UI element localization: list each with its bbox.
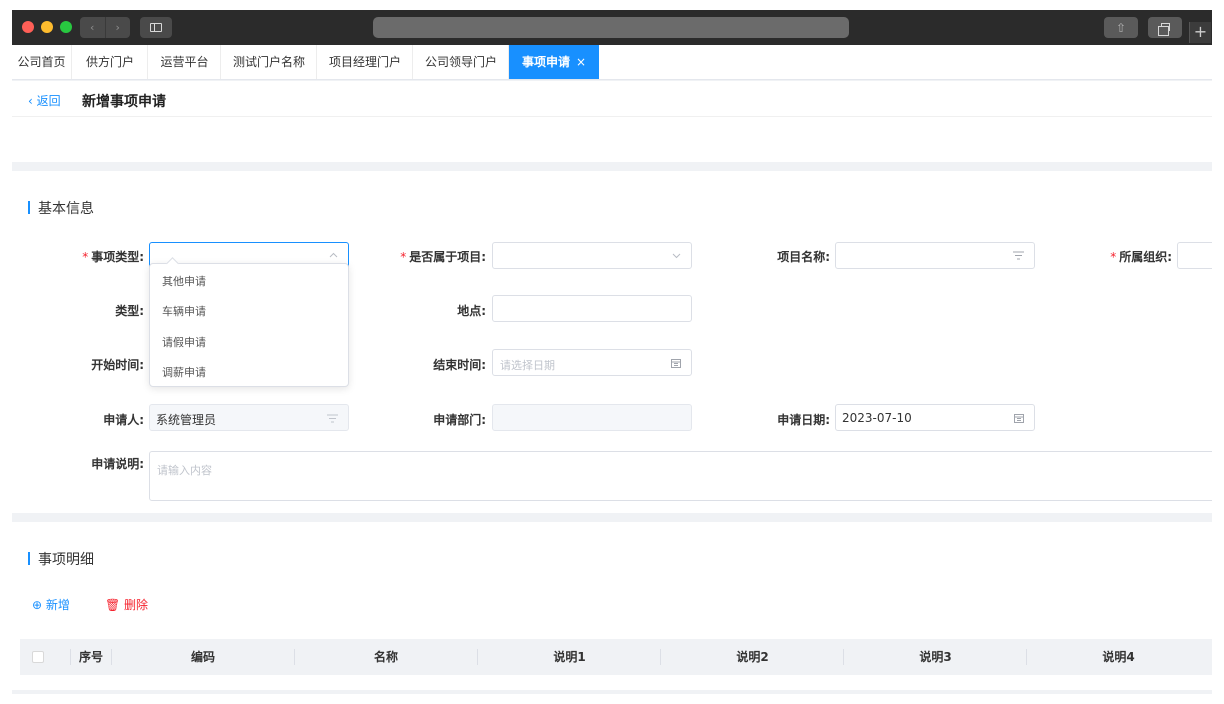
type-label: 类型:: [115, 304, 144, 318]
filter-icon: [1013, 251, 1024, 260]
end-time-picker[interactable]: 请选择日期: [492, 349, 692, 376]
is-project-label-text: 是否属于项目:: [409, 250, 486, 264]
location-label: 地点:: [457, 304, 486, 318]
tab-test-portal[interactable]: 测试门户名称: [222, 45, 317, 79]
apply-date-label: 申请日期:: [777, 413, 830, 427]
minimize-window-button[interactable]: [41, 21, 53, 33]
tab-supplier-portal[interactable]: 供方门户: [73, 45, 148, 79]
department-field: [492, 404, 692, 431]
delete-row-button[interactable]: 🗑 删除: [105, 596, 148, 613]
column-header: 名称: [373, 650, 398, 664]
portal-tab-bar: 公司首页 供方门户 运营平台 测试门户名称 项目经理门户 公司领导门户 事项申请…: [12, 45, 1212, 80]
column-divider: [70, 649, 71, 665]
tab-item-request[interactable]: 事项申请 ×: [509, 45, 599, 79]
page-header-card: ‹ 返回 新增事项申请: [12, 81, 1212, 162]
show-tabs-button[interactable]: [1148, 17, 1182, 38]
details-title: 事项明细: [28, 549, 94, 569]
start-time-label: 开始时间:: [91, 358, 144, 372]
department-label: 申请部门:: [433, 413, 486, 427]
required-mark: *: [1110, 250, 1117, 264]
column-header: 说明1: [553, 650, 586, 664]
zoom-window-button[interactable]: [60, 21, 72, 33]
forward-nav-button[interactable]: ›: [104, 17, 131, 38]
tab-operations[interactable]: 运营平台: [149, 45, 221, 79]
org-label-text: 所属组织:: [1119, 250, 1172, 264]
required-mark: *: [400, 250, 407, 264]
tab-pm-portal[interactable]: 项目经理门户: [318, 45, 413, 79]
project-name-field[interactable]: [835, 242, 1035, 269]
column-header: 说明3: [919, 650, 952, 664]
close-window-button[interactable]: [22, 21, 34, 33]
description-placeholder: 请输入内容: [157, 464, 212, 477]
dropdown-option[interactable]: 其他申请: [162, 273, 206, 289]
address-bar[interactable]: [373, 17, 849, 38]
tabs-icon: [1158, 23, 1170, 36]
is-project-label: * 是否属于项目:: [382, 248, 486, 265]
section-bar: [28, 552, 30, 565]
item-details-card: 事项明细 ⊕ 新增 🗑 删除 序号 编码 名称 说明1 说明2 说明3 说明4: [12, 522, 1212, 690]
column-header: 序号: [78, 650, 103, 664]
calendar-icon: [1014, 414, 1024, 423]
chevron-up-icon: [329, 252, 338, 258]
filter-icon: [327, 414, 338, 423]
column-header: 说明4: [1102, 650, 1135, 664]
tab-leader-portal[interactable]: 公司领导门户: [414, 45, 509, 79]
back-link[interactable]: ‹ 返回: [28, 92, 61, 109]
applicant-label: 申请人:: [103, 413, 144, 427]
sidebar-toggle-button[interactable]: [140, 17, 172, 38]
item-type-dropdown: 其他申请 车辆申请 请假申请 调薪申请: [149, 263, 349, 387]
share-button[interactable]: ⇧: [1104, 17, 1138, 38]
select-all-checkbox[interactable]: [32, 651, 44, 663]
share-icon: ⇧: [1115, 20, 1127, 35]
title-bar: ‹ › ⇧ +: [12, 10, 1212, 45]
required-mark: *: [82, 250, 89, 264]
column-header: 编码: [190, 650, 215, 664]
browser-window: ‹ › ⇧ + 公司首页 供方门户 运营平台 测试门户名称 项目经理门户 公司领…: [12, 10, 1212, 694]
applicant-field[interactable]: 系统管理员: [149, 404, 349, 431]
apply-date-value: 2023-07-10: [842, 411, 912, 425]
section-bar: [28, 201, 30, 214]
basic-info-title: 基本信息: [28, 198, 94, 218]
tab-item-request-label: 事项申请: [521, 55, 570, 69]
end-time-placeholder: 请选择日期: [500, 359, 555, 372]
end-time-label: 结束时间:: [433, 358, 486, 372]
back-nav-button[interactable]: ‹: [80, 17, 105, 38]
description-label: 申请说明:: [91, 457, 144, 471]
new-tab-button[interactable]: +: [1189, 22, 1211, 43]
org-label: * 所属组织:: [1092, 248, 1172, 265]
column-header: 说明2: [736, 650, 769, 664]
sidebar-icon: [150, 23, 162, 32]
org-field[interactable]: [1177, 242, 1212, 269]
calendar-icon: [671, 359, 681, 368]
nav-buttons: ‹ ›: [80, 17, 130, 38]
tab-company-home[interactable]: 公司首页: [12, 45, 72, 79]
is-project-select[interactable]: [492, 242, 692, 269]
project-name-label: 项目名称:: [777, 250, 830, 264]
add-row-button[interactable]: ⊕ 新增: [32, 596, 70, 613]
details-title-text: 事项明细: [38, 552, 94, 568]
dropdown-option[interactable]: 车辆申请: [162, 303, 206, 319]
apply-date-picker[interactable]: 2023-07-10: [835, 404, 1035, 431]
basic-info-title-text: 基本信息: [38, 201, 94, 217]
page-header: ‹ 返回 新增事项申请: [12, 81, 1212, 117]
location-field[interactable]: [492, 295, 692, 322]
description-textarea[interactable]: 请输入内容: [149, 451, 1212, 501]
page-title: 新增事项申请: [82, 94, 166, 110]
dropdown-option[interactable]: 调薪申请: [162, 364, 206, 380]
details-table-header: 序号 编码 名称 说明1 说明2 说明3 说明4: [20, 639, 1212, 675]
item-type-label: * 事项类型:: [52, 248, 144, 265]
close-tab-icon[interactable]: ×: [576, 55, 586, 69]
applicant-value: 系统管理员: [156, 413, 217, 427]
item-type-label-text: 事项类型:: [91, 250, 144, 264]
dropdown-option[interactable]: 请假申请: [162, 334, 206, 350]
chevron-down-icon: [672, 253, 681, 259]
